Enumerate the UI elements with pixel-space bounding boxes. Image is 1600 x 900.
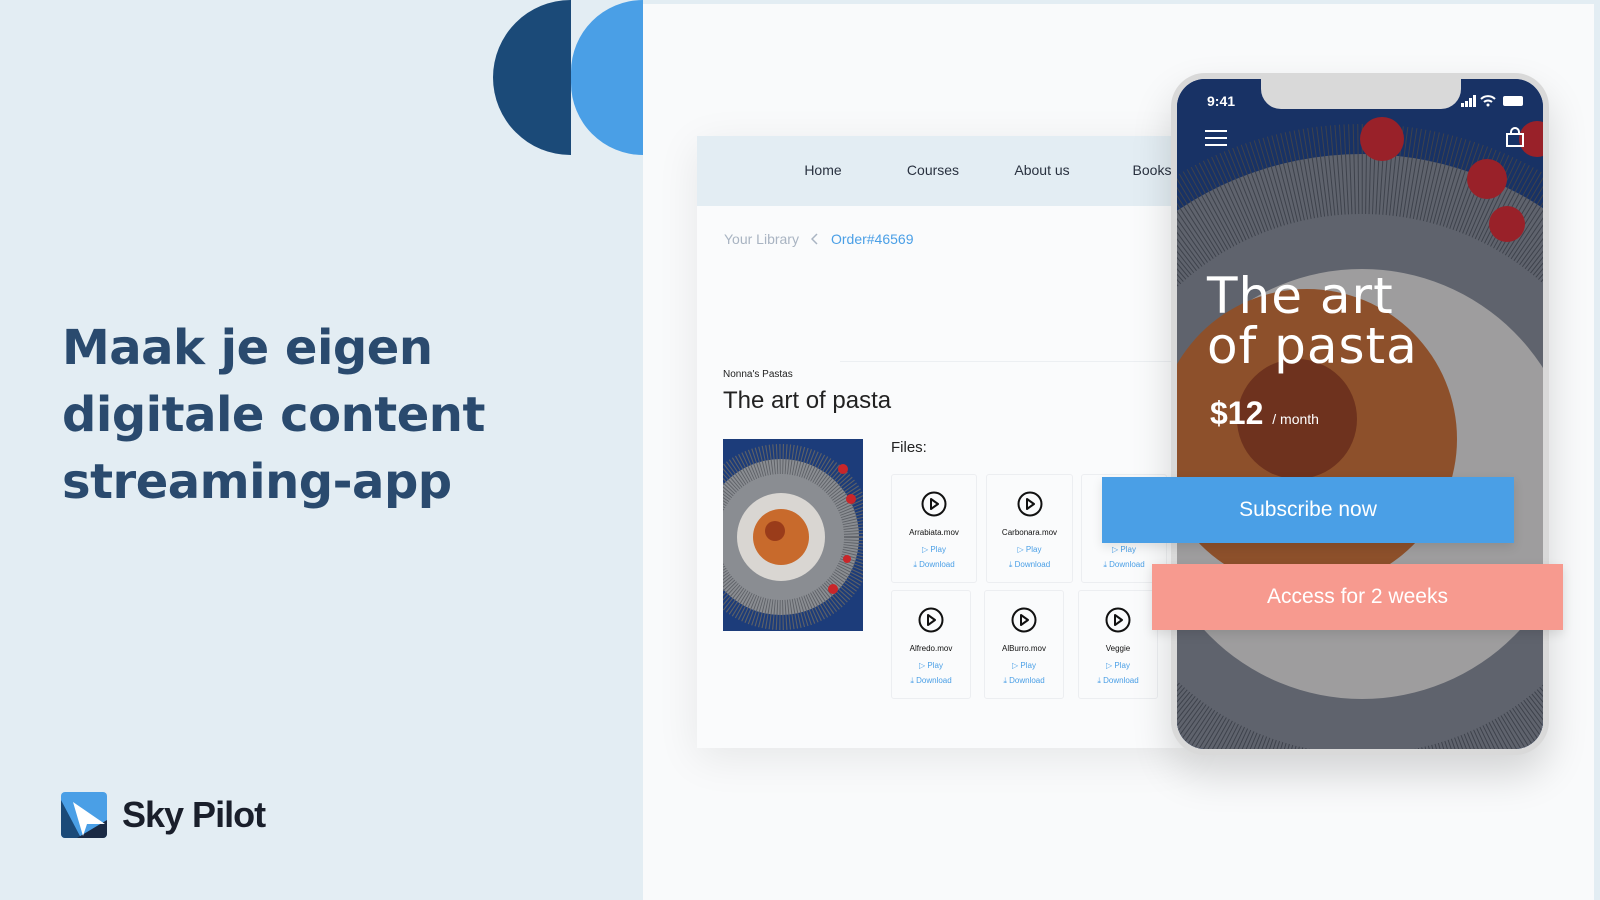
product-brand: Nonna's Pastas [723,369,793,380]
product-title: The art of pasta [723,387,892,414]
play-label: Play [927,661,943,670]
play-link[interactable]: ▷ Play [1082,545,1166,554]
price-amount: $12 [1210,395,1264,431]
download-link[interactable]: ⤓ Download [892,560,976,570]
breadcrumb-current[interactable]: Order#46569 [831,231,914,247]
access-two-weeks-button[interactable]: Access for 2 weeks [1152,564,1563,630]
file-card: AlBurro.mov ▷ Play ⤓ Download [984,590,1064,699]
play-link[interactable]: ▷ Play [985,661,1063,670]
play-circle-icon[interactable] [1011,607,1037,633]
headline-line: digitale content [62,387,485,443]
play-circle-icon[interactable] [1105,607,1131,633]
divider [840,361,1187,362]
play-label: Play [930,545,946,554]
download-icon: ⤓ [1003,676,1007,685]
phone-title-line: of pasta [1207,317,1418,375]
hamburger-menu-icon[interactable] [1205,129,1227,147]
logo: Sky Pilot [61,792,266,838]
library-window: Home Courses About us Books Your Library… [697,136,1187,748]
status-time: 9:41 [1207,93,1236,109]
nav-courses[interactable]: Courses [907,162,959,178]
play-circle-icon[interactable] [1017,491,1043,517]
breadcrumb: Your Library Order#46569 [724,231,914,247]
download-label: Download [1103,676,1139,685]
right-strip [1594,0,1600,900]
paper-plane-logo-icon [61,792,107,838]
play-link[interactable]: ▷ Play [892,661,970,670]
file-name: Alfredo.mov [909,644,953,653]
nav-books[interactable]: Books [1133,162,1172,178]
headline-line: Maak je eigen [62,320,433,376]
breadcrumb-parent[interactable]: Your Library [724,231,799,247]
phone-screen: 9:41 The art of pasta $12 / month [1177,79,1543,749]
file-card: Carbonara.mov ▷ Play ⤓ Download [986,474,1073,583]
file-name: Arrabiata.mov [909,528,959,537]
download-label: Download [1009,676,1045,685]
download-label: Download [1109,560,1145,569]
price: $12 / month [1210,395,1319,432]
file-card: Arrabiata.mov ▷ Play ⤓ Download [891,474,977,583]
status-icons [1461,95,1523,107]
play-link[interactable]: ▷ Play [1079,661,1157,670]
download-link[interactable]: ⤓ Download [1079,676,1157,686]
phone-title: The art of pasta [1207,271,1418,371]
download-link[interactable]: ⤓ Download [985,676,1063,686]
download-label: Download [1014,560,1051,569]
chevron-left-icon [810,233,818,245]
download-icon: ⤓ [1008,560,1013,569]
phone-notch [1261,79,1461,109]
play-label: Play [1020,661,1036,670]
play-link[interactable]: ▷ Play [892,545,976,554]
phone-title-line: The art [1207,267,1394,325]
file-name: Veggie [1105,644,1131,653]
nav-home[interactable]: Home [804,162,841,178]
download-icon: ⤓ [1103,560,1107,569]
file-card: Veggie ▷ Play ⤓ Download [1078,590,1158,699]
download-link[interactable]: ⤓ Download [987,560,1072,570]
files-label: Files: [891,439,927,456]
subscribe-button[interactable]: Subscribe now [1102,477,1514,543]
phone-mockup: 9:41 The art of pasta $12 / month [1171,73,1549,755]
file-name: AlBurro.mov [1001,644,1046,653]
top-nav: Home Courses About us Books [697,136,1187,206]
nav-about-us[interactable]: About us [1014,162,1069,178]
play-label: Play [1114,661,1130,670]
play-circle-icon[interactable] [921,491,947,517]
play-label: Play [1025,545,1042,554]
play-link[interactable]: ▷ Play [987,545,1072,554]
top-strip [643,0,1600,4]
download-link[interactable]: ⤓ Download [892,676,970,686]
headline: Maak je eigen digitale content streaming… [62,315,485,516]
headline-line: streaming-app [62,454,452,510]
product-image [723,439,863,631]
price-period: / month [1272,411,1319,427]
brand-name: Sky Pilot [122,794,266,835]
play-circle-icon[interactable] [918,607,944,633]
download-icon: ⤓ [1097,676,1101,685]
download-label: Download [919,560,955,569]
download-label: Download [916,676,952,685]
shopping-bag-icon[interactable] [1505,127,1525,147]
play-label: Play [1120,545,1136,554]
file-name: Carbonara.mov [1001,528,1058,537]
download-icon: ⤓ [910,676,914,685]
file-card: Alfredo.mov ▷ Play ⤓ Download [891,590,971,699]
download-icon: ⤓ [913,560,917,569]
